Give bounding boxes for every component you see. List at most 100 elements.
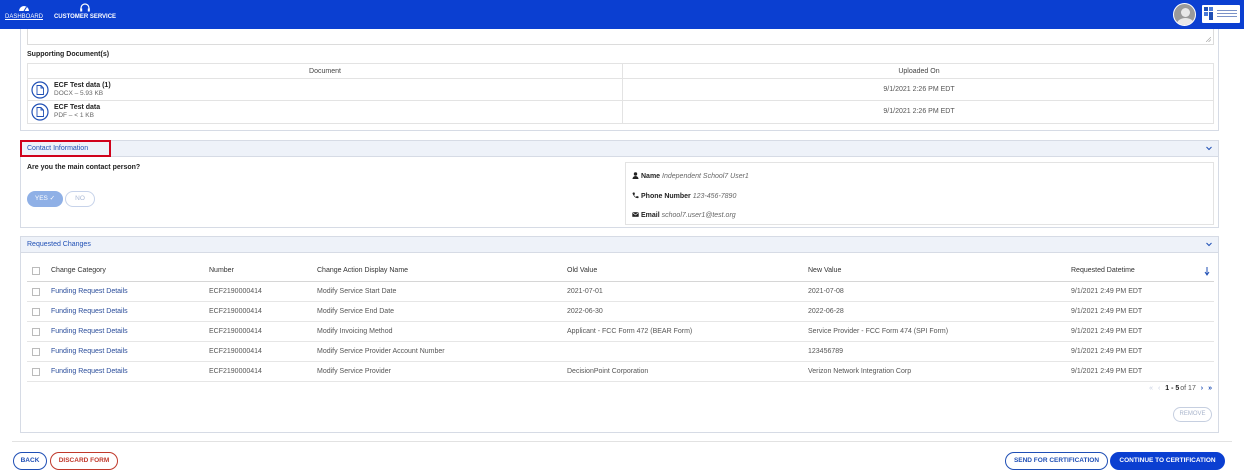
pagination: « ‹ 1 - 5of 17 › » — [1146, 385, 1212, 397]
page-total: of 17 — [1180, 385, 1196, 392]
contact-details-card: Name Independent School7 User1 Phone Num… — [625, 162, 1214, 225]
dashboard-gauge-icon — [19, 6, 29, 12]
new-value-cell: 123456789 — [808, 348, 844, 355]
table-row: Funding Request Details ECF2190000414 Mo… — [27, 362, 1214, 382]
number-cell: ECF2190000414 — [209, 368, 262, 375]
column-requested-datetime[interactable]: Requested Datetime — [1071, 260, 1135, 282]
envelope-icon — [632, 212, 639, 217]
new-value-cell: Verizon Network Integration Corp — [808, 368, 912, 375]
user-avatar-icon[interactable] — [1173, 3, 1196, 26]
requested-datetime-cell: 9/1/2021 2:49 PM EDT — [1071, 288, 1143, 295]
nav-dashboard-label: DASHBOARD — [4, 14, 43, 20]
table-row: Funding Request Details ECF2190000414 Mo… — [27, 342, 1214, 362]
nav-dashboard[interactable]: DASHBOARD — [3, 3, 45, 20]
change-category-cell[interactable]: Funding Request Details — [51, 342, 128, 362]
name-label: Name — [641, 173, 661, 180]
old-value-cell: DecisionPoint Corporation — [567, 368, 649, 375]
yes-toggle-button[interactable]: YES ✓ — [27, 191, 63, 207]
old-value-cell: Applicant - FCC Form 472 (BEAR Form) — [567, 328, 693, 335]
column-change-category[interactable]: Change Category — [51, 260, 106, 282]
usac-logo-icon — [1202, 5, 1240, 23]
documents-table: Document Uploaded On ECF Test data (1) D… — [27, 63, 1214, 124]
contact-email-line: Email school7.user1@test.org — [632, 211, 736, 219]
column-new-value[interactable]: New Value — [808, 260, 841, 282]
row-checkbox[interactable] — [32, 348, 40, 356]
continue-to-certification-button[interactable]: CONTINUE TO CERTIFICATION — [1110, 452, 1225, 470]
change-category-cell[interactable]: Funding Request Details — [51, 282, 128, 302]
new-value-cell: Service Provider - FCC Form 474 (SPI For… — [808, 328, 949, 335]
nav-customer-service-label: CUSTOMER SERVICE — [53, 14, 117, 20]
change-category-cell[interactable]: Funding Request Details — [51, 362, 128, 382]
last-page-icon[interactable]: » — [1208, 385, 1212, 392]
page-range: 1 - 5 — [1165, 385, 1180, 392]
discard-form-button[interactable]: DISCARD FORM — [50, 452, 118, 470]
select-all-checkbox[interactable] — [32, 267, 40, 275]
number-cell: ECF2190000414 — [209, 308, 262, 315]
change-action-cell: Modify Service Provider Account Number — [317, 348, 445, 355]
footer-divider — [12, 441, 1232, 442]
requested-changes-title: Requested Changes — [27, 241, 91, 248]
headset-icon — [80, 3, 90, 12]
document-uploaded-on: 9/1/2021 2:26 PM EDT — [622, 79, 1215, 101]
highlight-box — [20, 140, 111, 157]
document-name[interactable]: ECF Test data (1) — [54, 82, 111, 89]
resize-handle-icon[interactable] — [1206, 37, 1211, 42]
document-file-icon[interactable] — [31, 81, 49, 99]
nav-customer-service[interactable]: CUSTOMER SERVICE — [52, 3, 118, 20]
name-value: Independent School7 User1 — [662, 173, 749, 180]
email-value: school7.user1@test.org — [661, 212, 736, 219]
sort-arrow-down-icon[interactable] — [1204, 266, 1210, 276]
column-change-action[interactable]: Change Action Display Name — [317, 260, 408, 282]
row-checkbox[interactable] — [32, 368, 40, 376]
back-button[interactable]: BACK — [13, 452, 47, 470]
change-action-cell: Modify Invoicing Method — [317, 328, 393, 335]
send-for-certification-button[interactable]: SEND FOR CERTIFICATION — [1005, 452, 1108, 470]
document-row: ECF Test data (1) DOCX – 5.93 KB 9/1/202… — [28, 79, 1213, 101]
requested-changes-header[interactable]: Requested Changes — [21, 237, 1218, 253]
change-action-cell: Modify Service Start Date — [317, 288, 397, 295]
new-value-cell: 2022-06-28 — [808, 308, 844, 315]
person-icon — [632, 172, 639, 179]
requested-changes-section: Requested Changes Change Category Number… — [20, 236, 1219, 433]
comments-textarea[interactable] — [27, 29, 1214, 45]
number-cell: ECF2190000414 — [209, 348, 262, 355]
remove-button[interactable]: REMOVE — [1173, 407, 1212, 422]
document-row: ECF Test data PDF – < 1 KB 9/1/2021 2:26… — [28, 101, 1213, 123]
contact-information-header[interactable]: Contact Information — [20, 140, 1218, 157]
no-toggle-button[interactable]: NO — [65, 191, 95, 207]
previous-page-icon[interactable]: ‹ — [1158, 385, 1160, 392]
row-checkbox[interactable] — [32, 328, 40, 336]
requested-datetime-cell: 9/1/2021 2:49 PM EDT — [1071, 368, 1143, 375]
requested-datetime-cell: 9/1/2021 2:49 PM EDT — [1071, 348, 1143, 355]
supporting-documents-label: Supporting Document(s) — [27, 51, 110, 58]
column-uploaded-on: Uploaded On — [622, 64, 1215, 79]
column-document: Document — [309, 68, 341, 75]
change-action-cell: Modify Service End Date — [317, 308, 395, 315]
phone-icon — [632, 192, 639, 199]
table-row: Funding Request Details ECF2190000414 Mo… — [27, 302, 1214, 322]
row-checkbox[interactable] — [32, 288, 40, 296]
chevron-down-icon[interactable] — [1205, 144, 1213, 152]
column-old-value[interactable]: Old Value — [567, 260, 597, 282]
row-checkbox[interactable] — [32, 308, 40, 316]
change-category-cell[interactable]: Funding Request Details — [51, 322, 128, 342]
supporting-documents-section: Supporting Document(s) Document Uploaded… — [20, 29, 1219, 131]
number-cell: ECF2190000414 — [209, 288, 262, 295]
phone-label: Phone Number — [641, 193, 691, 200]
top-navigation-bar: DASHBOARD CUSTOMER SERVICE — [0, 0, 1244, 29]
document-meta: DOCX – 5.93 KB — [54, 90, 104, 97]
old-value-cell: 2021-07-01 — [567, 288, 603, 295]
documents-table-header: Document Uploaded On — [28, 64, 1213, 79]
document-uploaded-on: 9/1/2021 2:26 PM EDT — [622, 101, 1215, 123]
chevron-down-icon[interactable] — [1205, 240, 1213, 248]
email-label: Email — [641, 212, 660, 219]
table-row: Funding Request Details ECF2190000414 Mo… — [27, 282, 1214, 302]
contact-phone-line: Phone Number 123-456-7890 — [632, 192, 736, 200]
change-category-cell[interactable]: Funding Request Details — [51, 302, 128, 322]
document-file-icon[interactable] — [31, 103, 49, 121]
column-number[interactable]: Number — [209, 260, 234, 282]
first-page-icon[interactable]: « — [1149, 385, 1153, 392]
next-page-icon[interactable]: › — [1201, 385, 1203, 392]
document-name[interactable]: ECF Test data — [54, 104, 100, 111]
change-action-cell: Modify Service Provider — [317, 368, 391, 375]
